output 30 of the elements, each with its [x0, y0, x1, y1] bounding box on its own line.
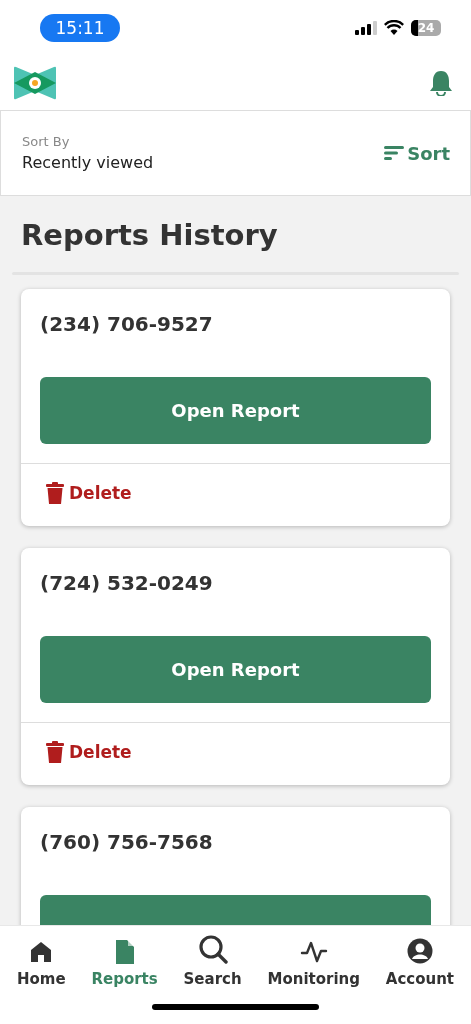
- phone-number: (724) 532-0249: [39, 570, 214, 595]
- home-icon: [29, 940, 54, 964]
- status-time: 15:11: [40, 13, 120, 42]
- open-report-button[interactable]: Open Report: [40, 636, 431, 703]
- battery-icon: 24: [411, 19, 441, 36]
- nav-tab[interactable]: Monitoring: [267, 932, 360, 988]
- trash-icon: [46, 482, 64, 504]
- phone-number: (234) 706-9527: [39, 311, 214, 336]
- pulse-icon: [299, 940, 328, 964]
- document-icon: [113, 940, 136, 964]
- wifi-icon: [384, 20, 404, 35]
- trash-icon: [46, 741, 64, 763]
- signal-icon: [355, 20, 377, 35]
- sort-icon: [384, 146, 405, 160]
- bell-icon[interactable]: [429, 69, 453, 96]
- delete-button[interactable]: Delete: [46, 482, 132, 504]
- nav-tab[interactable]: Reports: [91, 932, 158, 988]
- nav-tab[interactable]: Account: [385, 932, 455, 988]
- phone-number: (760) 756-7568: [39, 829, 214, 854]
- search-icon: [197, 934, 228, 964]
- nav-tab[interactable]: Search: [183, 932, 242, 988]
- sort-button[interactable]: Sort: [384, 142, 450, 164]
- sort-label: Sort By: [22, 134, 71, 149]
- delete-button[interactable]: Delete: [46, 741, 132, 763]
- logo-icon: [14, 65, 56, 100]
- account-icon: [406, 938, 433, 964]
- page-title: Reports History: [20, 217, 279, 254]
- sort-value: Recently viewed: [22, 153, 154, 172]
- nav-tab[interactable]: Home: [16, 932, 66, 988]
- open-report-button[interactable]: Open Report: [40, 377, 431, 444]
